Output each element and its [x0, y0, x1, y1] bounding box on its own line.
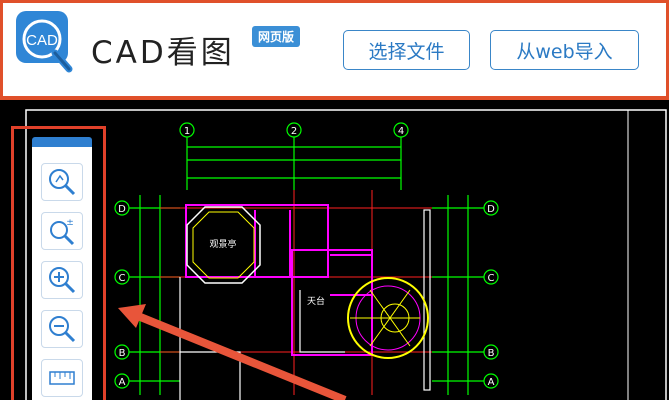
app-frame: CAD CAD看图 网页版 选择文件 从web导入 1 2 4 D C B A …	[0, 0, 669, 400]
grid-label-left: C	[119, 273, 126, 284]
zoom-toolbar: ±	[32, 137, 92, 400]
svg-text:±: ±	[66, 218, 74, 228]
grid-label-right: C	[488, 273, 495, 284]
grid-label-top: 2	[291, 126, 297, 137]
grid-label-left: A	[119, 377, 126, 388]
zoom-out-icon	[49, 316, 76, 343]
ruler-icon	[49, 371, 75, 385]
room-label: 天台	[307, 295, 325, 307]
grid-label-left: B	[119, 348, 126, 359]
zoom-window-button[interactable]	[41, 163, 83, 201]
right-grid-bubbles	[432, 195, 499, 395]
grid-label-right: B	[488, 348, 495, 359]
zoom-out-button[interactable]	[41, 310, 83, 348]
grid-label-left: D	[118, 204, 126, 215]
grid-label-right: D	[487, 204, 495, 215]
stair-tower	[347, 277, 429, 359]
grid-label-top: 4	[398, 126, 404, 137]
select-file-button[interactable]: 选择文件	[343, 30, 470, 70]
app-logo: CAD	[13, 9, 75, 75]
building-walls	[179, 209, 431, 400]
zoom-in-icon	[49, 267, 76, 294]
magenta-walls	[185, 204, 373, 356]
grid-label-top: 1	[184, 126, 190, 137]
left-grid-bubbles	[114, 195, 180, 395]
import-from-web-button[interactable]: 从web导入	[490, 30, 639, 70]
web-version-badge: 网页版	[252, 26, 301, 47]
app-header: CAD CAD看图 网页版 选择文件 从web导入	[0, 0, 669, 96]
zoom-in-button[interactable]	[41, 261, 83, 299]
measure-button[interactable]	[41, 359, 83, 397]
grid-label-right: A	[488, 377, 495, 388]
app-title: CAD看图	[91, 35, 235, 71]
room-label: 观景亭	[209, 238, 236, 250]
logo-text: CAD	[26, 32, 58, 49]
zoom-extents-button[interactable]: ±	[41, 212, 83, 250]
magnifier-window-icon	[49, 169, 76, 196]
magnifier-plus-minus-icon: ±	[50, 218, 75, 246]
